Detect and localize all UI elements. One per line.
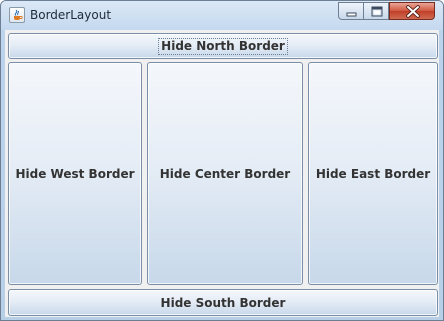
close-button[interactable] bbox=[389, 2, 435, 20]
maximize-icon bbox=[371, 6, 383, 17]
hide-east-border-button[interactable]: Hide East Border bbox=[308, 62, 438, 285]
close-icon bbox=[406, 5, 420, 18]
content-pane: Hide North Border Hide West Border Hide … bbox=[5, 30, 439, 317]
java-icon[interactable] bbox=[9, 7, 25, 23]
application-window: BorderLayout Hide North Border Hide West… bbox=[0, 0, 444, 321]
title-bar[interactable]: BorderLayout bbox=[1, 1, 443, 30]
hide-south-border-button[interactable]: Hide South Border bbox=[8, 289, 438, 316]
minimize-icon bbox=[346, 12, 357, 17]
window-title: BorderLayout bbox=[30, 8, 112, 22]
west-button-label: Hide West Border bbox=[15, 166, 135, 181]
east-button-label: Hide East Border bbox=[315, 166, 431, 181]
south-button-label: Hide South Border bbox=[160, 295, 286, 310]
center-button-label: Hide Center Border bbox=[159, 166, 291, 181]
hide-west-border-button[interactable]: Hide West Border bbox=[8, 62, 142, 285]
hide-north-border-button[interactable]: Hide North Border bbox=[8, 33, 438, 59]
north-button-label: Hide North Border bbox=[158, 37, 288, 55]
maximize-button[interactable] bbox=[363, 2, 389, 20]
minimize-button[interactable] bbox=[338, 2, 364, 20]
hide-center-border-button[interactable]: Hide Center Border bbox=[147, 62, 303, 285]
